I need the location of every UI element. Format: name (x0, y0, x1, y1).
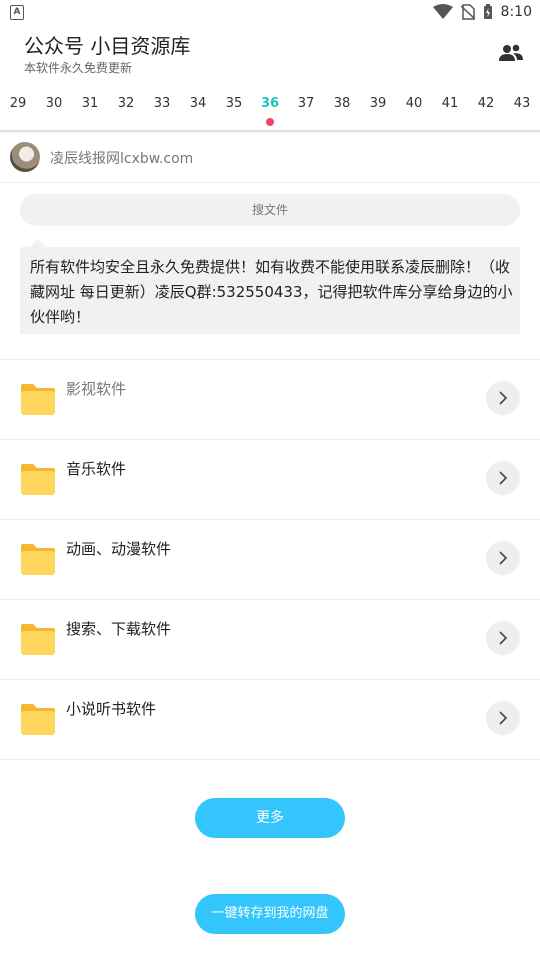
date-selector: 29 30 31 32 33 34 35 36 37 38 39 40 41 42 43 (0, 86, 540, 130)
wifi-icon (432, 4, 453, 19)
date-item-39[interactable]: 39 (360, 96, 396, 111)
date-item-33[interactable]: 33 (144, 96, 180, 111)
list-item[interactable]: 动画、动漫软件 (0, 520, 540, 600)
folder-icon (21, 624, 55, 655)
list-item[interactable]: 搜索、下载软件 (0, 600, 540, 680)
avatar (10, 142, 40, 172)
chevron-right-icon[interactable] (486, 621, 520, 655)
clock: 8:10 (500, 4, 532, 20)
date-item-38[interactable]: 38 (324, 96, 360, 111)
date-item-43[interactable]: 43 (504, 96, 540, 111)
folder-icon (21, 704, 55, 735)
date-item-37[interactable]: 37 (288, 96, 324, 111)
date-item-32[interactable]: 32 (108, 96, 144, 111)
category-list: 影视软件音乐软件动画、动漫软件 搜索、下载软件 小说听书软件 (0, 359, 540, 760)
author-row[interactable]: 凌辰线报网lcxbw.com (0, 134, 540, 183)
page-title: 公众号 小目资源库 (24, 34, 191, 58)
app-notification-icon: A (10, 5, 24, 20)
chevron-right-icon[interactable] (486, 381, 520, 415)
date-item-29[interactable]: 29 (0, 96, 36, 111)
category-label: 动画、动漫软件 (66, 540, 172, 558)
save-to-drive-button[interactable]: 一键转存到我的网盘 (195, 894, 345, 934)
people-icon[interactable] (498, 40, 524, 66)
date-item-36[interactable]: 36 (252, 96, 288, 111)
category-label: 小说听书软件 (66, 700, 157, 718)
list-item[interactable]: 影视软件 (0, 360, 540, 440)
app-header: 公众号 小目资源库 本软件永久免费更新 (0, 24, 540, 80)
date-item-40[interactable]: 40 (396, 96, 432, 111)
date-item-31[interactable]: 31 (72, 96, 108, 111)
status-bar: A 8:10 (0, 0, 540, 24)
date-item-42[interactable]: 42 (468, 96, 504, 111)
more-button[interactable]: 更多 (195, 798, 345, 838)
list-item[interactable]: 音乐软件 (0, 440, 540, 520)
search-input[interactable]: 搜文件 (20, 194, 520, 226)
folder-icon (21, 544, 55, 575)
active-date-dot (266, 118, 274, 126)
date-item-41[interactable]: 41 (432, 96, 468, 111)
folder-icon (21, 384, 55, 415)
date-item-30[interactable]: 30 (36, 96, 72, 111)
notice-text: 所有软件均安全且永久免费提供！如有收费不能使用联系凌辰删除！（收藏网址 每日更新… (30, 258, 513, 326)
category-label: 搜索、下载软件 (66, 620, 172, 638)
folder-icon (21, 464, 55, 495)
no-sim-icon (460, 4, 475, 20)
date-item-35[interactable]: 35 (216, 96, 252, 111)
author-name: 凌辰线报网lcxbw.com (50, 151, 194, 167)
chevron-right-icon[interactable] (486, 541, 520, 575)
list-item[interactable]: 小说听书软件 (0, 680, 540, 760)
category-label: 音乐软件 (66, 460, 127, 478)
category-label: 影视软件 (66, 380, 127, 398)
notice-bubble: 所有软件均安全且永久免费提供！如有收费不能使用联系凌辰删除！（收藏网址 每日更新… (20, 239, 520, 334)
page-subtitle: 本软件永久免费更新 (24, 61, 133, 75)
chevron-right-icon[interactable] (486, 461, 520, 495)
chevron-right-icon[interactable] (486, 701, 520, 735)
date-item-34[interactable]: 34 (180, 96, 216, 111)
battery-icon (483, 4, 492, 19)
